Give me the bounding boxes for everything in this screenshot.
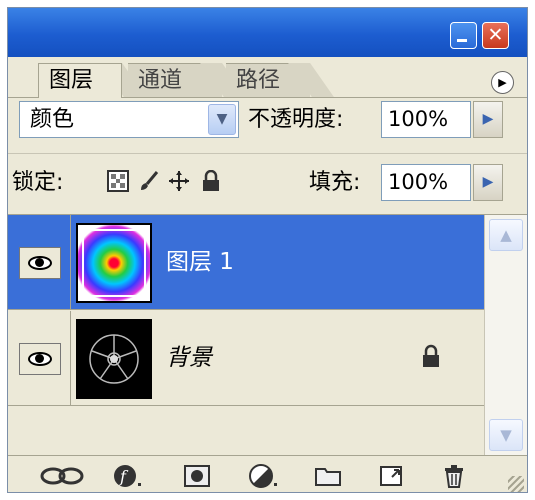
new-layer-icon[interactable] — [378, 464, 404, 488]
eye-icon — [28, 352, 52, 366]
panel-tabs: 图层 通道 路径 ▶ — [8, 57, 527, 98]
tab-layers[interactable]: 图层 — [38, 63, 122, 98]
delete-layer-icon[interactable] — [442, 464, 466, 488]
move-icon[interactable] — [168, 170, 190, 192]
fill-input[interactable]: 100% — [381, 164, 471, 201]
chevron-down-icon[interactable]: ▼ — [208, 104, 236, 135]
lock-all-icon[interactable] — [200, 170, 222, 192]
eye-icon — [28, 256, 52, 270]
layers-scrollbar[interactable]: ▲ ▼ — [484, 215, 527, 455]
resize-grip[interactable] — [508, 476, 524, 492]
bottom-toolbar: f — [8, 455, 527, 492]
layer-style-icon[interactable]: f — [112, 464, 142, 488]
scroll-up-button[interactable]: ▲ — [489, 219, 523, 251]
lock-label: 锁定: — [12, 170, 64, 195]
title-bar[interactable]: ✕ — [8, 8, 527, 57]
layer-thumbnail[interactable] — [76, 223, 152, 303]
flower-thumbnail-image — [89, 334, 139, 384]
layer-row[interactable]: 图层 1 — [8, 215, 484, 310]
opacity-slider-button[interactable]: ▶ — [473, 101, 503, 138]
adjustment-layer-icon[interactable] — [248, 464, 278, 488]
layer-thumbnail[interactable] — [76, 319, 152, 399]
new-group-icon[interactable] — [314, 464, 342, 488]
layer-row[interactable]: 背景 — [8, 311, 484, 406]
blend-mode-select[interactable]: 颜色 ▼ — [19, 101, 239, 138]
fill-label: 填充: — [309, 170, 361, 195]
lock-icon — [423, 344, 439, 367]
lock-transparency-icon[interactable] — [107, 170, 129, 192]
blend-mode-value: 颜色 — [30, 107, 75, 132]
opacity-label: 不透明度: — [248, 107, 344, 132]
layer-name[interactable]: 背景 — [166, 341, 212, 375]
panel-menu-button[interactable]: ▶ — [491, 71, 514, 94]
row-divider — [70, 215, 71, 309]
fill-slider-button[interactable]: ▶ — [473, 164, 503, 201]
layer-mask-icon[interactable] — [183, 464, 211, 488]
lock-row: 锁定: 填充: 100% ▶ — [8, 154, 527, 215]
close-button[interactable]: ✕ — [482, 22, 509, 49]
visibility-toggle[interactable] — [19, 343, 61, 375]
row-divider — [70, 311, 71, 405]
visibility-toggle[interactable] — [19, 247, 61, 279]
minimize-button[interactable] — [450, 22, 477, 49]
layer-name[interactable]: 图层 1 — [166, 245, 234, 279]
layers-list: 图层 1 背景 — [8, 215, 484, 455]
layers-panel: ✕ 图层 通道 路径 ▶ 颜色 ▼ 不透明度: 100% ▶ 锁定: 填充: 1… — [7, 7, 528, 493]
opacity-input[interactable]: 100% — [381, 101, 471, 138]
brush-icon[interactable] — [138, 170, 160, 192]
link-layers-icon[interactable] — [40, 464, 84, 488]
scroll-down-button[interactable]: ▼ — [489, 419, 523, 451]
blend-row: 颜色 ▼ 不透明度: 100% ▶ — [8, 97, 527, 154]
